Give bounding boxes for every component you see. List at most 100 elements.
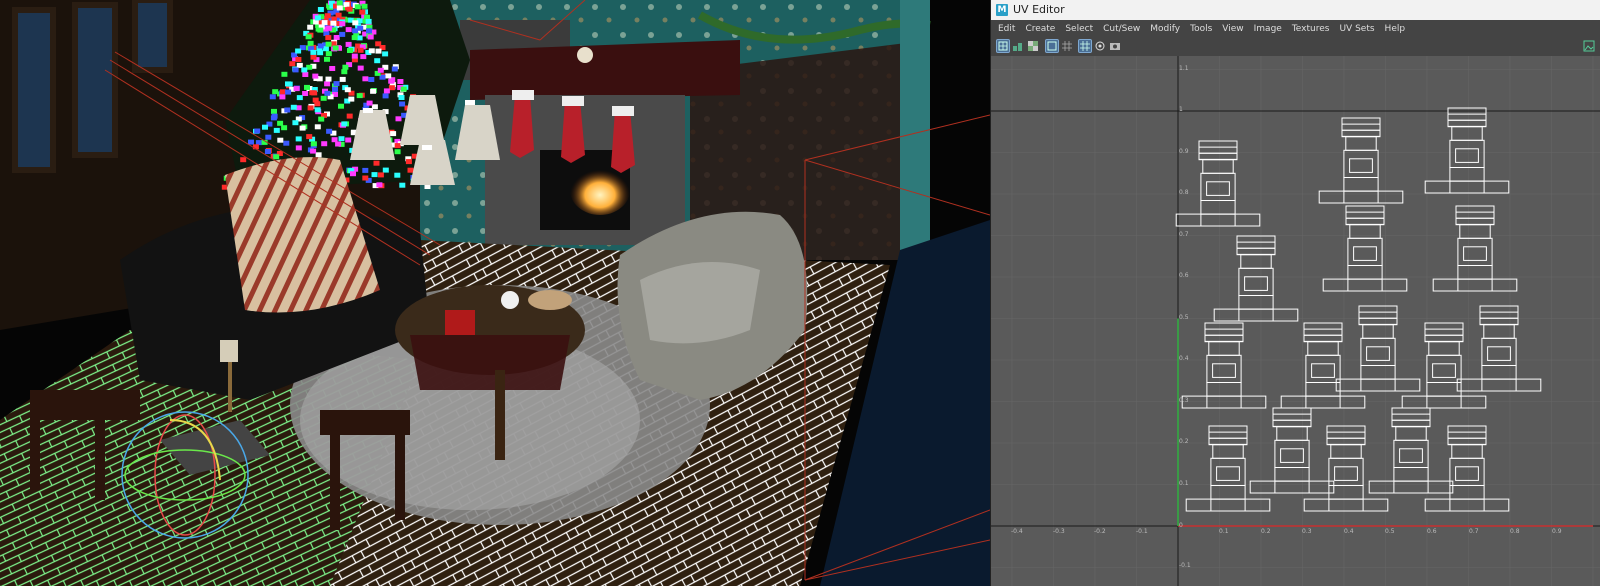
menu-edit[interactable]: Edit xyxy=(993,20,1020,38)
menu-view[interactable]: View xyxy=(1217,20,1248,38)
uv-face xyxy=(1305,354,1341,383)
tree-ornament-dot xyxy=(292,120,299,126)
tree-ornament-dot xyxy=(336,0,343,6)
tree-ornament-dot xyxy=(366,100,373,106)
tree-ornament-dot xyxy=(310,141,317,147)
uv-face xyxy=(1449,167,1485,182)
tree-ornament-dot xyxy=(341,121,348,127)
uv-face xyxy=(1424,328,1464,336)
uv-face xyxy=(1202,159,1234,174)
uv-face xyxy=(1311,363,1335,378)
uv-face xyxy=(1303,322,1343,343)
uv-face xyxy=(1238,267,1274,297)
tree-ornament-dot xyxy=(346,113,353,119)
uv-face xyxy=(1204,322,1244,343)
image-icon[interactable] xyxy=(1583,40,1595,52)
u-tick-label: 0.2 xyxy=(1261,528,1271,535)
tree-ornament-dot xyxy=(352,20,359,26)
tree-ornament-dot xyxy=(314,107,321,113)
tree-ornament-dot xyxy=(344,87,351,93)
tree-ornament-dot xyxy=(370,88,377,94)
uv-face xyxy=(1272,413,1312,421)
uv-canvas[interactable]: 1.1 1 0.9 0.8 0.7 0.6 0.5 0.4 0.3 0.2 0.… xyxy=(991,56,1600,586)
uv-face xyxy=(1210,485,1246,500)
uv-face xyxy=(1204,328,1244,336)
uv-editor-titlebar[interactable]: M UV Editor xyxy=(991,0,1600,20)
v-tick-label: 0.5 xyxy=(1179,314,1189,321)
uv-face xyxy=(1208,341,1240,356)
tree-ornament-dot xyxy=(295,136,302,142)
uv-face xyxy=(1349,224,1381,239)
tree-ornament-dot xyxy=(382,167,389,173)
grid-icon[interactable] xyxy=(1061,40,1073,52)
uv-face xyxy=(1334,466,1358,481)
uv-face xyxy=(1206,354,1242,383)
tree-ornament-dot xyxy=(354,4,361,10)
uv-face xyxy=(1424,334,1464,342)
menu-help[interactable]: Help xyxy=(1380,20,1411,38)
tree-ornament-dot xyxy=(362,175,369,181)
uv-face xyxy=(1328,498,1364,512)
u-tick-label: 0.9 xyxy=(1552,528,1562,535)
uv-face xyxy=(1213,308,1299,322)
uv-face xyxy=(1212,363,1236,378)
menu-create[interactable]: Create xyxy=(1020,20,1060,38)
tree-ornament-dot xyxy=(325,76,332,82)
menu-modify[interactable]: Modify xyxy=(1145,20,1185,38)
uv-face xyxy=(1455,211,1495,219)
uv-face xyxy=(1483,324,1515,339)
uv-grid xyxy=(991,56,1600,586)
uv-editor-window[interactable]: M UV Editor Edit Create Select Cut/Sew Modif… xyxy=(990,0,1600,586)
uv-face xyxy=(1303,328,1343,336)
tree-ornament-dot xyxy=(281,71,288,77)
uv-shell xyxy=(1249,407,1335,494)
uv-face xyxy=(1274,480,1310,494)
tree-ornament-dot xyxy=(374,58,381,64)
uv-shell-icon[interactable] xyxy=(996,39,1010,53)
tree-ornament-dot xyxy=(338,103,344,109)
checker-icon[interactable] xyxy=(1027,40,1039,52)
uv-face xyxy=(1326,431,1366,439)
uv-face xyxy=(1280,448,1304,463)
uv-face xyxy=(1343,190,1379,204)
menu-uv-sets[interactable]: UV Sets xyxy=(1334,20,1379,38)
uv-face xyxy=(1272,419,1312,427)
u-tick-label: -0.1 xyxy=(1136,528,1148,535)
menu-tools[interactable]: Tools xyxy=(1185,20,1217,38)
tree-ornament-dot xyxy=(321,20,328,26)
tree-ornament-dot xyxy=(324,13,331,19)
tree-ornament-dot xyxy=(390,131,397,137)
filter-icon[interactable] xyxy=(1094,40,1106,52)
menu-image[interactable]: Image xyxy=(1249,20,1287,38)
tree-ornament-dot xyxy=(394,149,401,155)
tree-ornament-dot xyxy=(339,31,346,37)
uv-face xyxy=(1358,311,1398,319)
window-title: UV Editor xyxy=(1013,3,1065,16)
menu-select[interactable]: Select xyxy=(1060,20,1098,38)
tree-ornament-dot xyxy=(315,152,322,158)
tree-ornament-dot xyxy=(283,140,290,146)
tree-ornament-dot xyxy=(296,95,303,101)
tree-ornament-dot xyxy=(375,48,382,54)
viewport-3d[interactable] xyxy=(0,0,990,586)
isolate-icon[interactable] xyxy=(1045,39,1059,53)
tree-ornament-dot xyxy=(367,34,374,40)
snap-grid-icon[interactable] xyxy=(1078,39,1092,53)
tree-ornament-dot xyxy=(307,40,314,46)
uv-face xyxy=(1341,123,1381,131)
uv-face xyxy=(1426,354,1462,383)
tree-ornament-dot xyxy=(320,95,327,101)
menu-cut-sew[interactable]: Cut/Sew xyxy=(1098,20,1145,38)
uv-face xyxy=(1206,181,1230,196)
snapshot-icon[interactable] xyxy=(1109,40,1121,52)
tree-ornament-dot xyxy=(362,76,369,82)
v-tick-label: 0.4 xyxy=(1179,355,1189,362)
tree-ornament-dot xyxy=(345,41,352,47)
menu-textures[interactable]: Textures xyxy=(1287,20,1335,38)
scene-render xyxy=(0,0,990,586)
uv-face xyxy=(1447,425,1487,446)
tree-ornament-dot xyxy=(254,128,261,134)
uv-shell xyxy=(1368,407,1454,494)
tree-ornament-dot xyxy=(399,101,406,107)
texture-borders-icon[interactable] xyxy=(1012,40,1024,52)
